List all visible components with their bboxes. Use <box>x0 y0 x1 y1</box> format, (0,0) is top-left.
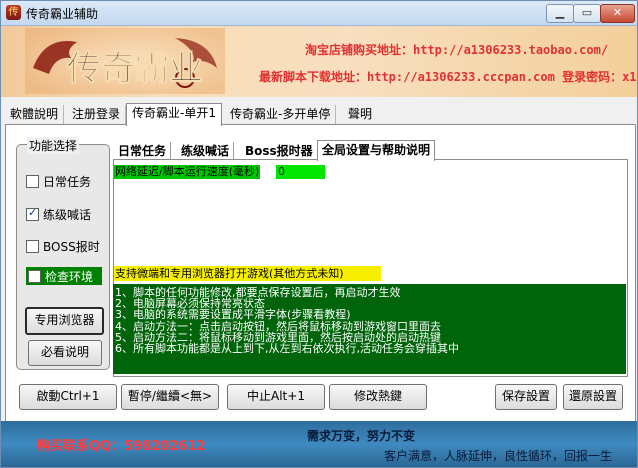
checkbox-boss-timer[interactable]: BOSS报时 <box>26 237 100 255</box>
delay-input[interactable]: 0 <box>276 165 325 179</box>
checkbox-label: 日常任务 <box>43 174 92 189</box>
readme-button[interactable]: 必看说明 <box>28 340 102 366</box>
checkbox-daily-task[interactable]: 日常任务 <box>26 172 91 190</box>
tab-statement[interactable]: 聲明 <box>343 105 377 125</box>
hotkey-button[interactable]: 修改熱鍵 <box>329 384 427 410</box>
tab-software-notes[interactable]: 軟體說明 <box>5 105 65 125</box>
restore-settings-button[interactable]: 還原設置 <box>563 384 623 410</box>
close-icon[interactable]: ✕ <box>600 4 635 23</box>
start-button[interactable]: 啟動Ctrl+1 <box>19 384 117 410</box>
inner-tab-global-settings[interactable]: 全局设置与帮助说明 <box>317 140 436 161</box>
window-title: 传奇霸业辅助 <box>26 7 99 21</box>
footer-qq: 购买联系QQ：598202612 <box>37 439 206 454</box>
pause-button[interactable]: 暫停/繼續<無> <box>121 384 219 410</box>
save-settings-button[interactable]: 保存設置 <box>495 384 557 410</box>
browser-button[interactable]: 专用浏览器 <box>25 307 104 335</box>
checkbox-check-env[interactable]: 检查环境 <box>26 267 102 285</box>
tab-single-1[interactable]: 传奇霸业-单开1 <box>126 103 222 126</box>
tab-multi-single-stop[interactable]: 传奇霸业-多开单停 <box>225 105 337 125</box>
delay-label: 网络延迟/脚本运行速度(毫秒) <box>114 165 261 179</box>
inner-tab-daily[interactable]: 日常任务 <box>114 142 172 160</box>
help-text-box: 1、脚本的任何功能修改,都要点保存设置后，再启动才生效 2、电脑屏幕必须保持常亮… <box>113 284 626 374</box>
checkbox-leveling-shout[interactable]: 练级喊话 <box>26 205 91 223</box>
checkbox-box[interactable] <box>28 269 41 283</box>
checkbox-label: 检查环境 <box>45 269 94 284</box>
browser-note: 支持微端和专用浏览器打开游戏(其他方式未知) <box>114 266 381 281</box>
title-bar[interactable]: 传 传奇霸业辅助 ▁ ▭ ✕ <box>1 1 637 26</box>
header-banner: 传奇霸业 淘宝店铺购买地址：http://a1306233.taobao.com… <box>1 26 637 97</box>
footer-banner: 购买联系QQ：598202612 需求万变，努力不变 客户满意，人脉延伸，良性循… <box>1 421 637 467</box>
inner-tab-shout[interactable]: 练级喊话 <box>177 142 235 160</box>
logo: 传奇霸业 <box>25 28 225 94</box>
checkbox-label: 练级喊话 <box>43 207 92 222</box>
taobao-address: 淘宝店铺购买地址：http://a1306233.taobao.com/ <box>305 43 609 57</box>
inner-tab-boss[interactable]: Boss报时器 <box>241 142 318 160</box>
app-icon: 传 <box>6 5 21 20</box>
stop-button[interactable]: 中止Alt+1 <box>227 384 325 410</box>
download-address: 最新脚本下载地址：http://a1306233.cccpan.com 登录密码… <box>259 70 637 84</box>
help-line: 6、所有脚本功能都是从上到下,从左到右依次执行,活动任务会穿插其中 <box>115 342 459 356</box>
feature-group-legend: 功能选择 <box>27 137 80 154</box>
maximize-icon[interactable]: ▭ <box>573 4 601 23</box>
minimize-icon[interactable]: ▁ <box>546 4 574 23</box>
logo-text: 传奇霸业 <box>66 49 203 89</box>
help-line: 3、电脑的系统需要设置成平滑字体(步骤看教程) <box>115 308 351 322</box>
footer-slogan-1: 需求万变，努力不变 <box>307 429 416 443</box>
tab-register-login[interactable]: 注册登录 <box>67 105 127 125</box>
checkbox-box[interactable] <box>26 206 39 221</box>
checkbox-label: BOSS报时 <box>43 239 100 254</box>
main-window: 传 传奇霸业辅助 ▁ ▭ ✕ 传奇霸业 淘宝店铺购买地址：http://a130… <box>0 0 638 468</box>
checkbox-box[interactable] <box>26 174 39 188</box>
checkbox-box[interactable] <box>26 239 39 253</box>
footer-slogan-2: 客户满意，人脉延伸，良性循环，回报一生 <box>384 449 613 463</box>
